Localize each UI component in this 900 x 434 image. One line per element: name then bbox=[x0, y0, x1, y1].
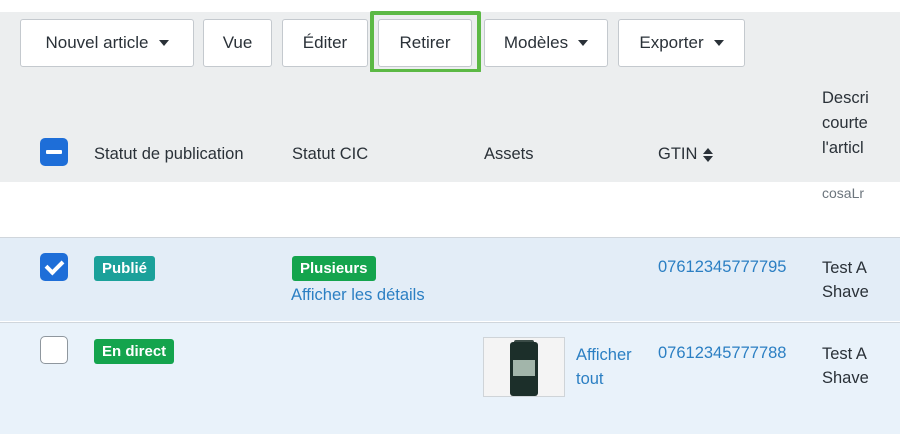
show-details-link[interactable]: Afficher les détails bbox=[291, 286, 425, 305]
row-checkbox[interactable] bbox=[40, 336, 68, 364]
show-all-assets-link[interactable]: Afficher tout bbox=[576, 343, 632, 391]
select-all-checkbox[interactable] bbox=[40, 138, 68, 166]
view-label: Vue bbox=[222, 33, 253, 52]
new-article-button[interactable]: Nouvel article bbox=[20, 19, 194, 67]
row-checkbox-checked[interactable] bbox=[40, 253, 68, 281]
sort-icon[interactable] bbox=[703, 147, 714, 162]
chevron-down-icon bbox=[578, 40, 589, 46]
templates-label: Modèles bbox=[503, 33, 569, 52]
description-header-line2: courte bbox=[822, 114, 868, 132]
gtin-link[interactable]: 07612345777788 bbox=[658, 344, 786, 363]
column-header-description[interactable]: Descri courte l'articl bbox=[822, 86, 869, 161]
templates-button[interactable]: Modèles bbox=[484, 19, 608, 67]
new-article-label: Nouvel article bbox=[45, 33, 149, 52]
cic-status-badge: Plusieurs bbox=[292, 256, 376, 281]
status-badge-published: Publié bbox=[94, 256, 156, 281]
description-line1: Test A bbox=[822, 259, 867, 277]
gtin-header-label: GTIN bbox=[658, 145, 698, 163]
retire-button-highlight bbox=[370, 11, 481, 73]
edit-button[interactable]: Éditer bbox=[282, 19, 368, 67]
toolbar: Nouvel article Vue Éditer Retirer Modèle… bbox=[0, 0, 900, 73]
description-header-line1: Descri bbox=[822, 89, 869, 107]
status-badge-live: En direct bbox=[94, 339, 175, 364]
gtin-link[interactable]: 07612345777795 bbox=[658, 258, 786, 277]
chevron-down-icon bbox=[158, 40, 169, 46]
export-button[interactable]: Exporter bbox=[618, 19, 745, 67]
show-all-line2: tout bbox=[576, 370, 604, 388]
product-thumbnail[interactable] bbox=[483, 337, 565, 397]
column-header-assets[interactable]: Assets bbox=[484, 145, 534, 164]
description-line2: Shave bbox=[822, 369, 869, 387]
column-header-publication-status[interactable]: Statut de publication bbox=[94, 145, 244, 164]
table-header bbox=[0, 72, 900, 182]
view-button[interactable]: Vue bbox=[203, 19, 272, 67]
description-cell: Test A Shave bbox=[822, 256, 869, 304]
column-header-gtin[interactable]: GTIN bbox=[658, 145, 714, 164]
description-line1: Test A bbox=[822, 345, 867, 363]
column-header-cic-status[interactable]: Statut CIC bbox=[292, 145, 368, 164]
description-line2: Shave bbox=[822, 283, 869, 301]
chevron-down-icon bbox=[713, 40, 724, 46]
edit-label: Éditer bbox=[302, 33, 348, 52]
export-label: Exporter bbox=[639, 33, 704, 52]
bottle-label-shape bbox=[513, 360, 535, 376]
show-all-line1: Afficher bbox=[576, 346, 632, 364]
description-header-line3: l'articl bbox=[822, 139, 864, 157]
description-cell: Test A Shave bbox=[822, 342, 869, 390]
header-overflow-text: cosaLr bbox=[822, 185, 865, 201]
